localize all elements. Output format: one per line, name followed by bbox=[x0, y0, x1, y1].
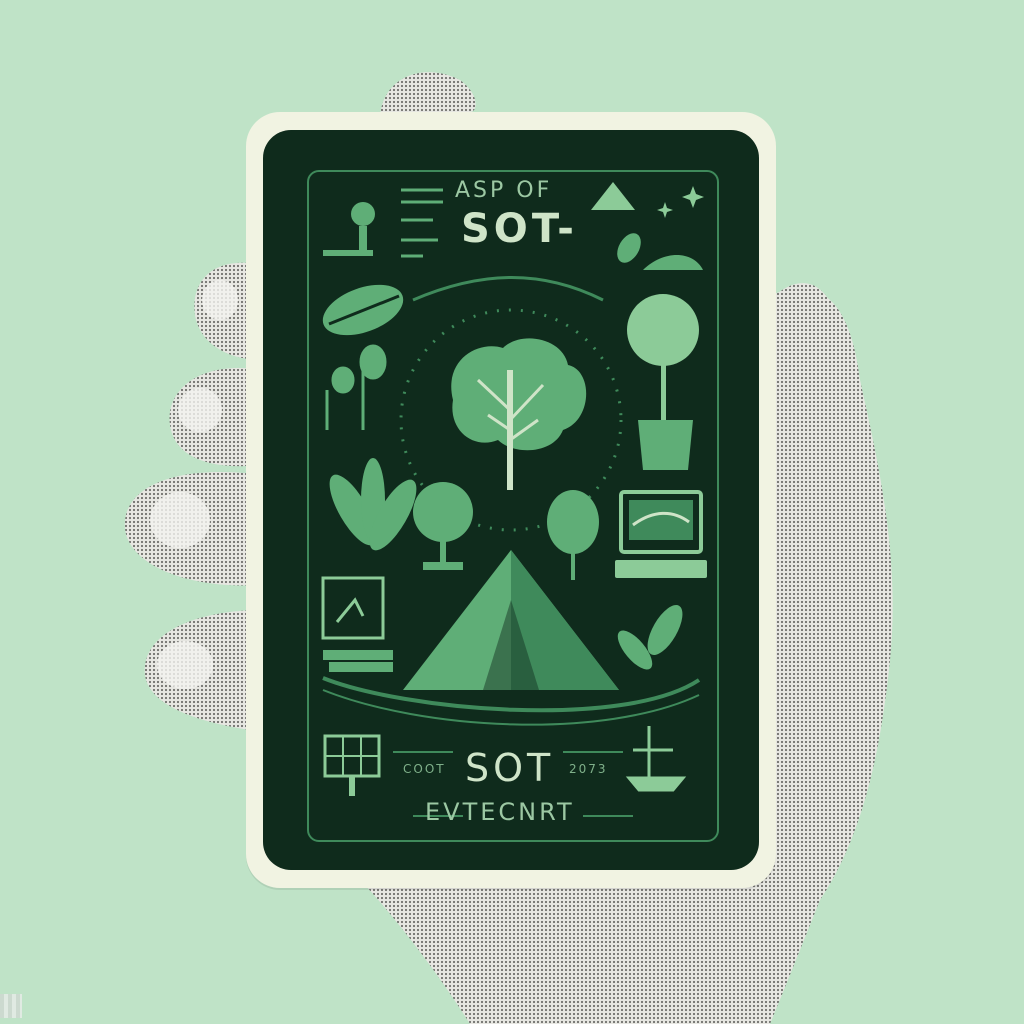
potted-plant-icon bbox=[627, 294, 699, 470]
small-tree-icon bbox=[413, 482, 473, 570]
fern-icon bbox=[617, 605, 683, 670]
mountain-icon bbox=[591, 182, 635, 210]
card-bottom-left-text: COOT bbox=[403, 762, 446, 776]
sprout-icon bbox=[325, 344, 387, 430]
card-bottom-title: SOT bbox=[465, 746, 555, 790]
lightbulb-icon bbox=[323, 202, 375, 256]
leafy-plant-icon bbox=[547, 490, 599, 580]
card-face: ASP OF SOT- COOT SOT 2073 EVTECNRT bbox=[263, 130, 759, 870]
card-footer: EVTECNRT bbox=[425, 798, 575, 826]
tent-icon bbox=[403, 550, 619, 690]
solar-panel-icon bbox=[323, 734, 381, 796]
corner-mark bbox=[0, 994, 22, 1018]
card-title-small: ASP OF bbox=[455, 178, 553, 203]
picture-frame-icon bbox=[321, 576, 385, 640]
books-icon bbox=[323, 650, 393, 672]
menu-lines-icon bbox=[401, 188, 443, 258]
card-bottom-right-text: 2073 bbox=[569, 762, 608, 776]
card-title: SOT- bbox=[461, 206, 578, 252]
structure-icon bbox=[625, 726, 687, 792]
sparkle-icon bbox=[657, 186, 704, 218]
small-leaf-icon bbox=[617, 233, 703, 270]
bush-icon bbox=[329, 458, 417, 551]
laptop-icon bbox=[615, 490, 707, 578]
tree-icon bbox=[451, 338, 587, 490]
leaf-icon bbox=[322, 284, 404, 336]
